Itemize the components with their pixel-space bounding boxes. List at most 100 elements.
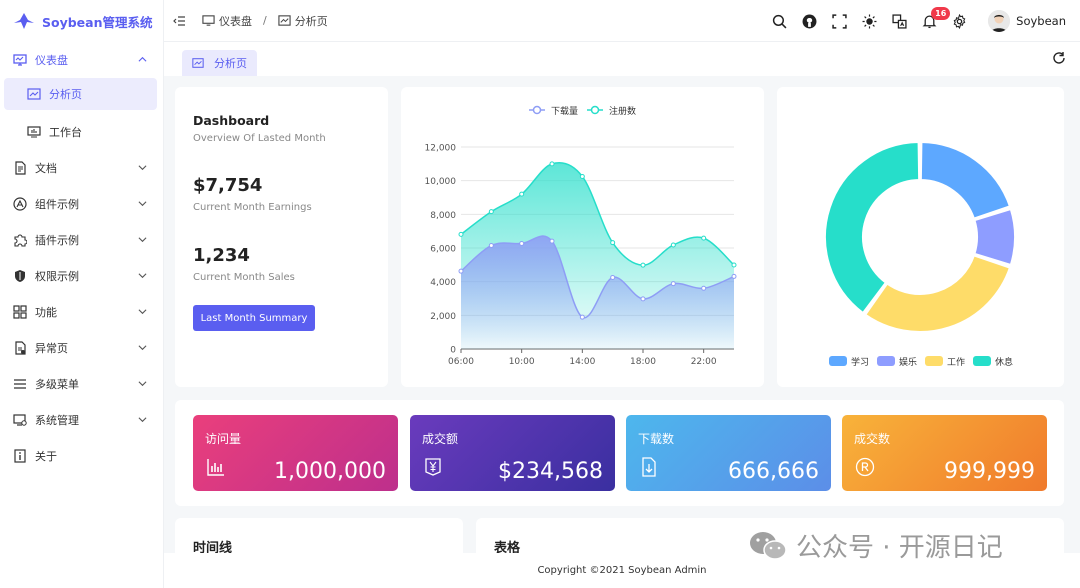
header: 仪表盘 / 分析页 16 Soybean (164, 0, 1080, 42)
stat-card-downloads: 下载数 666,666 (626, 415, 831, 491)
info-icon (12, 449, 27, 464)
svg-text:娱乐: 娱乐 (899, 356, 917, 368)
gear-icon (953, 13, 966, 29)
sidebar-item-analysis[interactable]: 分析页 (4, 78, 157, 110)
sidebar-item-plugins[interactable]: 插件示例 (0, 222, 163, 258)
chart-image-icon (26, 87, 41, 102)
bar-chart-icon (207, 459, 224, 476)
donut-chart: 学习 娱乐 工作 休息 (824, 141, 1016, 368)
stat-title: 成交额 (422, 432, 459, 446)
component-icon (12, 197, 27, 212)
sidebar-item-workbench[interactable]: 工作台 (0, 114, 163, 150)
earnings-value: $7,754 (193, 175, 263, 196)
donut-chart-card: 学习 娱乐 工作 休息 (777, 87, 1064, 387)
sidebar-item-dashboard[interactable]: 仪表盘 (0, 42, 163, 78)
x-tick-label: 22:00 (691, 357, 717, 367)
y-tick-label: 0 (450, 346, 456, 356)
breadcrumb-item[interactable]: 分析页 (295, 13, 328, 29)
app-title: Soybean管理系统 (42, 14, 153, 30)
sidebar-item-docs[interactable]: 文档 (0, 150, 163, 186)
sidebar-item-label: 组件示例 (35, 198, 79, 211)
data-point (549, 161, 555, 167)
search-button[interactable] (764, 0, 794, 42)
chevron-down-icon (138, 345, 147, 351)
last-month-summary-button[interactable]: Last Month Summary (193, 305, 315, 331)
data-point (579, 314, 585, 320)
user-name[interactable]: Soybean (1016, 14, 1066, 28)
breadcrumb: 仪表盘 / 分析页 (202, 13, 328, 29)
settings-button[interactable] (944, 0, 974, 42)
sidebar-item-system[interactable]: 系统管理 (0, 402, 163, 438)
registered-icon (855, 457, 875, 477)
y-tick-label: 10,000 (425, 177, 457, 187)
data-point (549, 238, 555, 244)
chevron-down-icon (138, 237, 147, 243)
data-point (640, 262, 646, 268)
workbench-icon (26, 125, 41, 140)
data-point (610, 274, 616, 280)
avatar[interactable] (988, 10, 1011, 32)
y-tick-label: 8,000 (430, 211, 456, 221)
list-icon (12, 377, 27, 392)
sidebar-item-features[interactable]: 功能 (0, 294, 163, 330)
data-point (610, 240, 616, 246)
footer-text: Copyright ©2021 Soybean Admin (537, 565, 707, 576)
sidebar-item-label: 文档 (35, 162, 57, 175)
x-tick-label: 10:00 (509, 357, 535, 367)
theme-toggle-button[interactable] (854, 0, 884, 42)
sidebar-item-permission[interactable]: 权限示例 (0, 258, 163, 294)
stat-value: 999,999 (944, 459, 1035, 484)
sidebar-item-label: 系统管理 (35, 414, 79, 427)
watermark-text: 公众号 · 开源日记 (796, 533, 1003, 563)
y-tick-label: 12,000 (425, 144, 457, 154)
sidebar-item-multi-menu[interactable]: 多级菜单 (0, 366, 163, 402)
chart-image-icon (278, 15, 291, 26)
app-logo[interactable]: Soybean管理系统 (0, 0, 163, 42)
breadcrumb-item[interactable]: 仪表盘 (219, 13, 252, 29)
sidebar-item-label: 多级菜单 (35, 378, 79, 391)
sidebar-item-components[interactable]: 组件示例 (0, 186, 163, 222)
svg-text:注册数: 注册数 (609, 105, 636, 117)
area-chart: 0 2,000 4,000 6,000 8,000 10,000 12,000 06:00 10… (425, 105, 737, 367)
grid-icon (12, 305, 27, 320)
github-button[interactable] (794, 0, 824, 42)
sidebar-item-label: 仪表盘 (35, 54, 68, 67)
reload-icon[interactable] (1052, 51, 1066, 65)
chevron-down-icon (138, 273, 147, 279)
y-tick-label: 4,000 (430, 278, 456, 288)
search-icon (772, 14, 787, 28)
chevron-down-icon (138, 165, 147, 171)
stat-card-visits: 访问量 1,000,000 (193, 415, 398, 491)
notification-button[interactable]: 16 (914, 0, 951, 42)
sales-label: Current Month Sales (193, 272, 295, 283)
chevron-down-icon (138, 417, 147, 423)
chevron-down-icon (138, 309, 147, 315)
x-tick-label: 14:00 (569, 357, 595, 367)
earnings-label: Current Month Earnings (193, 202, 312, 213)
stat-card-turnover: 成交额 $234,568 (410, 415, 615, 491)
language-button[interactable] (884, 0, 914, 42)
data-point (488, 209, 494, 215)
svg-text:下载量: 下载量 (551, 105, 578, 117)
donut-slice (919, 141, 1011, 220)
sidebar-item-label: 异常页 (35, 342, 68, 355)
svg-text:学习: 学习 (851, 356, 869, 368)
stat-title: 成交数 (854, 432, 891, 446)
sidebar-item-about[interactable]: 关于 (0, 438, 163, 474)
sidebar-item-label: 分析页 (49, 88, 82, 101)
tab-analysis[interactable]: 分析页 (182, 50, 257, 76)
exception-icon (12, 341, 27, 356)
y-tick-label: 2,000 (430, 312, 456, 322)
monitor-icon (12, 53, 27, 68)
sidebar-item-exception[interactable]: 异常页 (0, 330, 163, 366)
fullscreen-button[interactable] (824, 0, 854, 42)
tabs-bar: 分析页 (164, 42, 1080, 76)
menu-collapse-icon[interactable] (172, 14, 186, 28)
chevron-down-icon (138, 381, 147, 387)
download-file-icon (642, 457, 656, 477)
sales-value: 1,234 (193, 245, 250, 266)
sidebar-item-label: 插件示例 (35, 234, 79, 247)
sidebar: Soybean管理系统 仪表盘 分析页 工作台 文档 组件示例 插件示例 权限示… (0, 0, 164, 588)
y-tick-label: 6,000 (430, 245, 456, 255)
sidebar-item-label: 功能 (35, 306, 57, 319)
